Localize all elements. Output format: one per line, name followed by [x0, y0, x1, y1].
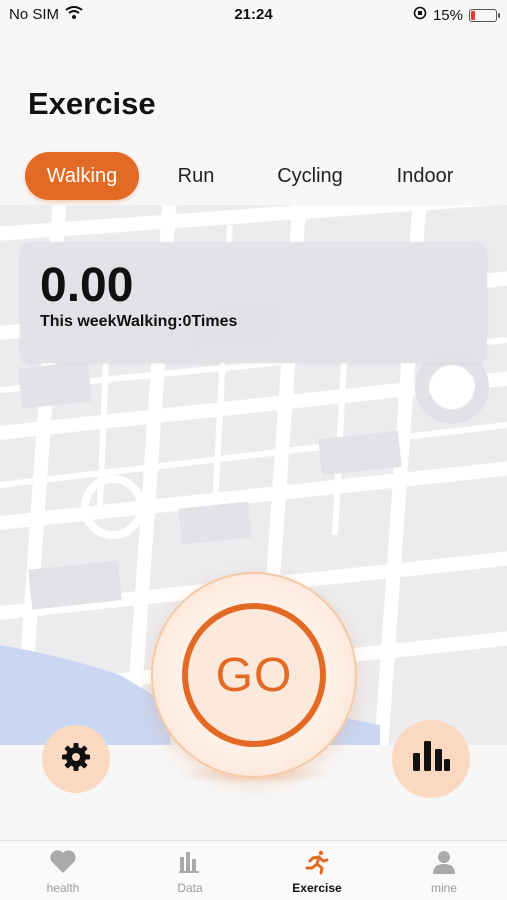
go-button[interactable]: GO: [151, 572, 357, 778]
tabbar-label: Exercise: [292, 881, 342, 895]
bar-chart-icon: [411, 739, 451, 780]
tab-cycling[interactable]: Cycling: [265, 152, 355, 200]
distance-value: 0.00: [40, 259, 134, 312]
battery-icon: [469, 8, 500, 22]
bottom-tab-bar: health Data Exercise mine: [0, 840, 507, 900]
tabbar-label: Data: [177, 881, 203, 895]
tabbar-label: health: [46, 881, 80, 895]
tab-run[interactable]: Run: [165, 152, 227, 200]
weekly-count-text: This weekWalking:0Times: [40, 313, 238, 330]
bar-chart-icon: [127, 849, 253, 877]
person-icon: [381, 849, 507, 877]
tabbar-item-mine[interactable]: mine: [381, 849, 507, 895]
statistics-button[interactable]: [392, 720, 470, 798]
battery-percent: 15%: [432, 6, 463, 24]
status-bar: No SIM 21:24 15%: [0, 0, 507, 30]
tab-indoor[interactable]: Indoor: [385, 152, 465, 200]
status-right: 15%: [413, 6, 500, 24]
weekly-summary-card: 0.00 This weekWalking:0Times: [20, 242, 487, 363]
tabbar-item-health[interactable]: health: [0, 849, 126, 895]
tabbar-item-exercise[interactable]: Exercise: [254, 849, 380, 895]
tabbar-item-data[interactable]: Data: [127, 849, 253, 895]
tabbar-label: mine: [430, 881, 457, 895]
go-button-ring[interactable]: GO: [182, 603, 326, 747]
settings-button[interactable]: [42, 725, 110, 793]
tab-walking[interactable]: Walking: [25, 152, 139, 200]
running-icon: [254, 849, 380, 877]
go-button-label: GO: [215, 648, 293, 702]
heart-icon: [0, 849, 126, 877]
page-title: Exercise: [28, 86, 156, 121]
battery-fill: [471, 10, 475, 20]
rotation-lock-icon: [413, 6, 427, 24]
gear-icon: [60, 741, 92, 778]
exercise-type-tabs: Walking Run Cycling Indoor: [25, 152, 485, 200]
